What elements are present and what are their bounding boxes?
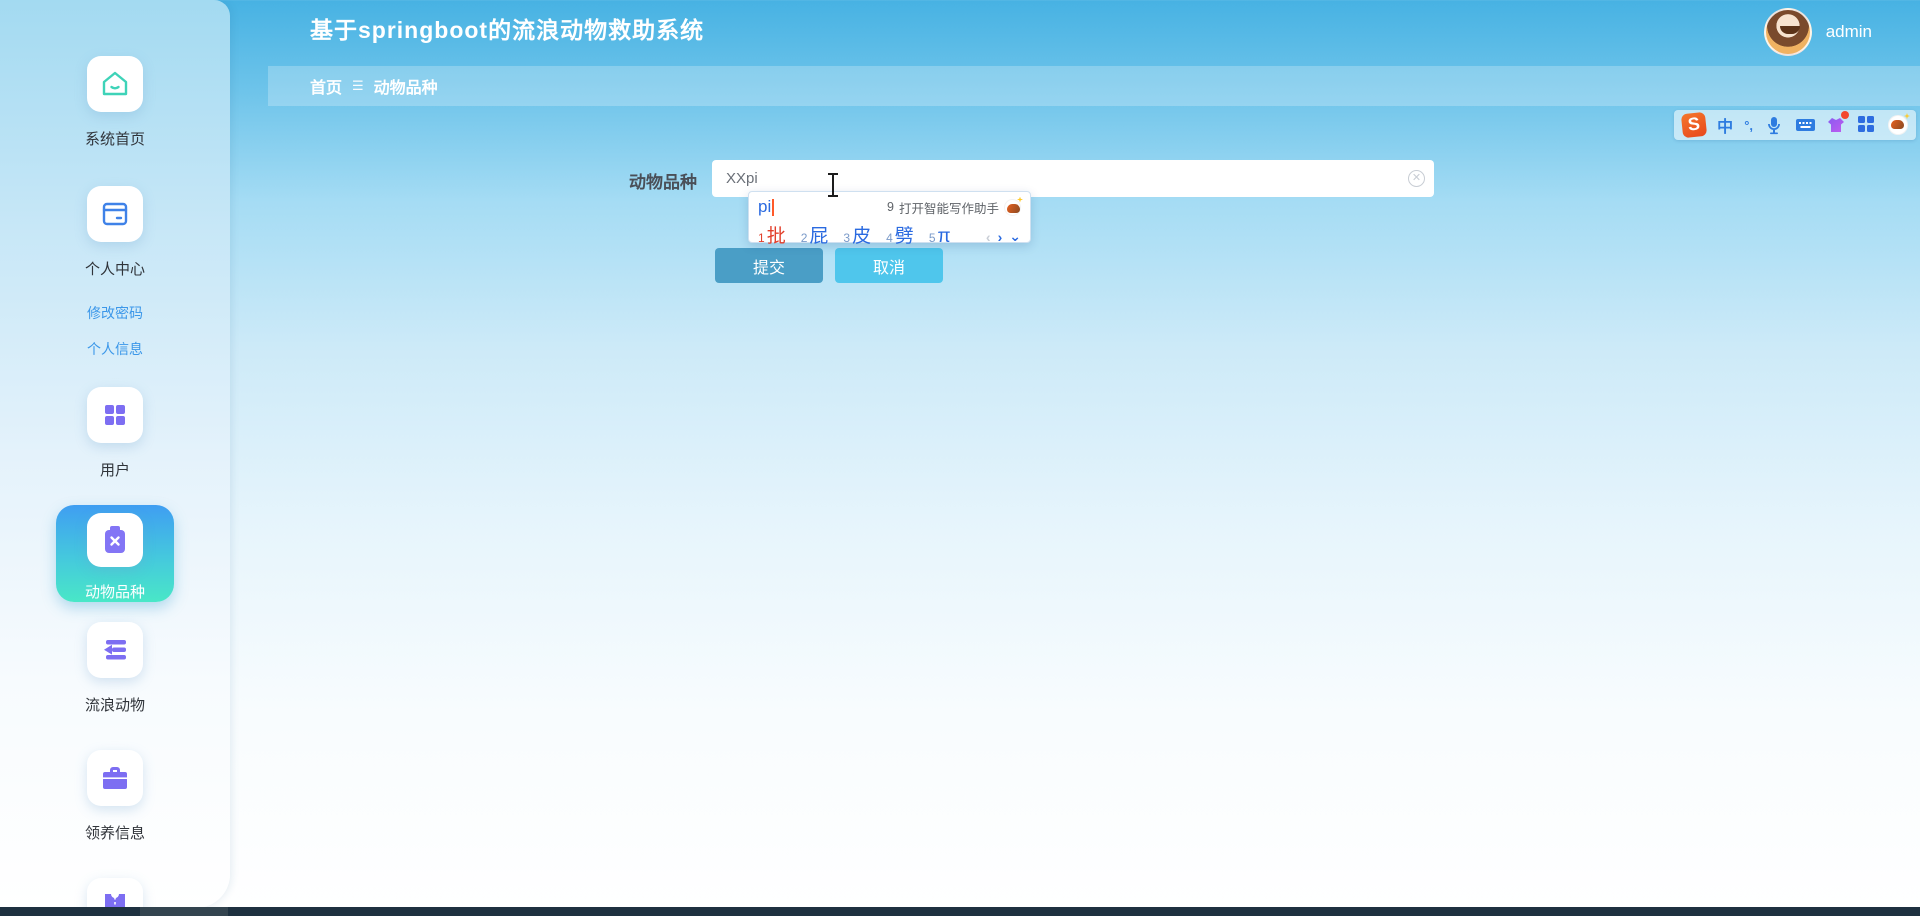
sidebar-item-stray-animals[interactable]: 流浪动物 xyxy=(85,622,145,715)
ime-composition-text: pi xyxy=(758,197,772,216)
ime-candidate-3[interactable]: 3 皮 xyxy=(843,221,871,248)
clipboard-icon xyxy=(87,513,143,567)
ime-prev-page-icon[interactable]: ‹ xyxy=(986,229,991,245)
apps-grid-icon[interactable] xyxy=(1857,115,1877,135)
breadcrumb-current: 动物品种 xyxy=(373,80,438,97)
ime-next-page-icon[interactable]: › xyxy=(998,229,1003,245)
sidebar-item-animal-breed-active[interactable]: 动物品种 xyxy=(56,505,174,602)
profile-card-icon xyxy=(86,186,143,242)
home-icon xyxy=(86,56,143,112)
ime-candidate-4[interactable]: 4 劈 xyxy=(886,221,914,248)
briefcase-icon xyxy=(86,750,143,806)
ime-punctuation-icon[interactable]: °, xyxy=(1744,118,1753,133)
sidebar-link-personal-info[interactable]: 个人信息 xyxy=(87,339,143,359)
ime-candidate-row: 1 批 2 屁 3 皮 4 劈 5 π ‹ › ⌄ xyxy=(758,221,1021,248)
ime-writing-assistant-hint[interactable]: 9 打开智能写作助手 xyxy=(887,198,1021,217)
ime-composition-row: pi 9 打开智能写作助手 xyxy=(758,196,1021,218)
sidebar: 系统首页 个人中心 修改密码 个人信息 用户 动物品种 流浪动物 领养信息 xyxy=(0,0,230,916)
ime-candidate-2[interactable]: 2 屁 xyxy=(801,221,829,248)
sidebar-item-label: 用户 xyxy=(99,462,130,479)
ime-caret xyxy=(772,198,775,216)
taskbar-edge-segment xyxy=(140,907,228,916)
ai-assistant-icon[interactable] xyxy=(1888,115,1908,135)
breadcrumb-separator-icon: ☰ xyxy=(352,78,364,93)
ime-hint-key: 9 xyxy=(887,200,894,214)
sidebar-item-adoption-info[interactable]: 领养信息 xyxy=(85,750,145,843)
sidebar-item-label: 流浪动物 xyxy=(84,697,145,714)
avatar[interactable] xyxy=(1763,8,1812,56)
ime-pager: ‹ › ⌄ xyxy=(986,228,1021,248)
sogou-logo-icon[interactable]: S xyxy=(1680,111,1708,139)
field-label-animal-breed: 动物品种 xyxy=(629,173,697,192)
ime-candidate-1[interactable]: 1 批 xyxy=(758,221,786,248)
ime-expand-icon[interactable]: ⌄ xyxy=(1009,228,1021,245)
sidebar-item-users[interactable]: 用户 xyxy=(87,387,143,480)
ime-mode-chinese-icon[interactable]: 中 xyxy=(1717,113,1733,137)
mouse-cursor-ibeam xyxy=(827,173,839,197)
ime-hint-text: 打开智能写作助手 xyxy=(898,201,999,216)
sidebar-item-label: 个人中心 xyxy=(84,261,145,278)
grid-icon xyxy=(87,387,143,443)
sidebar-item-label: 系统首页 xyxy=(84,131,145,148)
user-area: admin xyxy=(1763,8,1872,56)
sidebar-link-change-password[interactable]: 修改密码 xyxy=(87,303,143,323)
notification-dot xyxy=(1841,111,1849,119)
sidebar-item-label: 动物品种 xyxy=(84,584,145,601)
ime-candidate-popup: pi 9 打开智能写作助手 1 批 2 屁 3 皮 4 劈 5 π ‹ › ⌄ xyxy=(748,191,1031,247)
user-name: admin xyxy=(1825,22,1872,41)
sidebar-item-label: 领养信息 xyxy=(84,825,145,842)
virtual-keyboard-icon[interactable] xyxy=(1795,115,1815,135)
breadcrumb: 首页 ☰ 动物品种 xyxy=(268,66,1920,106)
sidebar-item-profile[interactable]: 个人中心 xyxy=(85,186,145,279)
microphone-icon[interactable] xyxy=(1764,115,1784,135)
submit-button[interactable]: 提交 xyxy=(715,248,823,283)
ime-candidate-5[interactable]: 5 π xyxy=(929,226,951,248)
sidebar-item-home[interactable]: 系统首页 xyxy=(85,56,145,149)
taskbar-edge xyxy=(0,907,1920,916)
skin-icon[interactable] xyxy=(1826,111,1849,135)
list-arrow-icon xyxy=(86,622,143,678)
breadcrumb-home-link[interactable]: 首页 xyxy=(310,74,342,98)
cancel-button[interactable]: 取消 xyxy=(835,248,943,283)
ime-toolbar: S 中 °, xyxy=(1674,110,1916,140)
clear-input-icon[interactable]: ✕ xyxy=(1408,170,1425,187)
ai-assistant-icon xyxy=(1004,198,1021,216)
page-title: 基于springboot的流浪动物救助系统 xyxy=(310,17,705,43)
